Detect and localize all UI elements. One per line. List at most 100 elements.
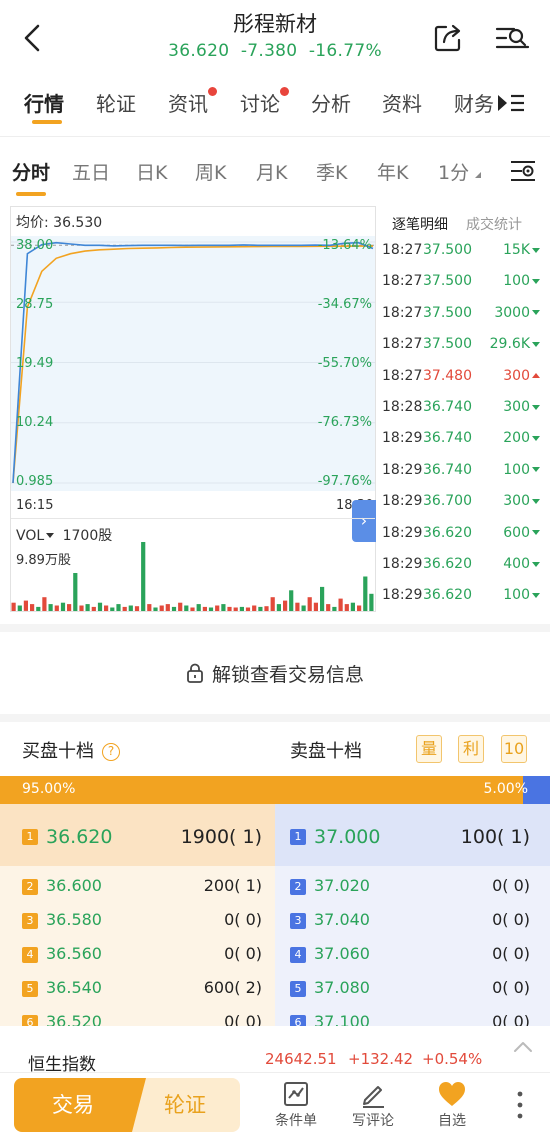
tab-financials[interactable]: 财务 xyxy=(454,88,494,117)
sell-level-row[interactable]: 2 37.020 0( 0) xyxy=(290,876,530,900)
volume-bar xyxy=(36,606,41,611)
period-tab-quarterly[interactable]: 季K xyxy=(316,158,347,185)
direction-triangle-icon xyxy=(532,341,540,347)
notification-dot xyxy=(208,87,217,96)
tick-volume: 100 xyxy=(503,462,540,478)
y-axis-label: 19.49 xyxy=(16,356,54,371)
tab-profile[interactable]: 资料 xyxy=(382,88,422,117)
tick-time: 18:29 xyxy=(382,587,423,604)
chart-settings-icon[interactable] xyxy=(509,158,537,184)
buy-level-row[interactable]: 2 36.600 200( 1) xyxy=(22,876,262,900)
share-icon[interactable] xyxy=(432,22,464,54)
index-change-pct: +0.54% xyxy=(422,1050,483,1068)
sell-level-row[interactable]: 4 37.060 0( 0) xyxy=(290,944,530,968)
tick-volume: 100 xyxy=(503,273,540,289)
volume-toggle-button[interactable]: 量 xyxy=(416,735,442,763)
volume-bar xyxy=(110,607,115,611)
volume-bar xyxy=(67,604,72,611)
depth-10-button[interactable]: 10 xyxy=(501,735,527,763)
direction-triangle-icon xyxy=(532,404,540,410)
tab-warrants[interactable]: 轮证 xyxy=(96,88,136,117)
volume-bar xyxy=(320,586,325,611)
search-list-icon[interactable] xyxy=(494,22,530,54)
tick-volume: 600 xyxy=(503,525,540,541)
volume-bar xyxy=(307,597,312,611)
period-tab-yearly[interactable]: 年K xyxy=(377,158,408,185)
period-tab-minute[interactable]: 1分 xyxy=(438,158,482,185)
tick-row: 18:29 36.700 300 xyxy=(382,493,540,524)
volume-bar xyxy=(153,607,158,611)
tab-analysis[interactable]: 分析 xyxy=(311,88,351,117)
more-tabs-icon[interactable] xyxy=(496,92,526,114)
period-tab-weekly[interactable]: 周K xyxy=(195,158,226,185)
pencil-icon xyxy=(363,1086,384,1108)
level-price: 36.620 xyxy=(46,826,113,848)
tick-time: 18:28 xyxy=(382,399,423,415)
sell-level-row[interactable]: 1 37.000 100( 1) xyxy=(290,826,530,850)
tab-trade-stats[interactable]: 成交统计 xyxy=(466,214,522,234)
tick-volume-text: 100 xyxy=(503,273,530,290)
chevron-up-icon[interactable] xyxy=(512,1040,534,1054)
tick-volume-text: 15K xyxy=(503,242,530,258)
volume-bar xyxy=(301,605,306,611)
tick-volume: 29.6K xyxy=(490,336,540,352)
volume-bar xyxy=(178,602,183,611)
sell-level-row[interactable]: 3 37.040 0( 0) xyxy=(290,910,530,934)
tick-volume-text: 300 xyxy=(503,367,530,384)
help-icon[interactable]: ? xyxy=(102,743,120,761)
period-tab-daily[interactable]: 日K xyxy=(136,158,167,185)
unlock-trade-info[interactable]: 解锁查看交易信息 xyxy=(0,660,550,687)
trade-button[interactable]: 交易 xyxy=(14,1078,146,1132)
y-axis-pct-label: -76.73% xyxy=(317,415,372,430)
tick-volume-text: 100 xyxy=(503,587,530,604)
condition-order-icon xyxy=(284,1082,308,1106)
tab-discussion[interactable]: 讨论 xyxy=(240,87,289,117)
buy-level-row[interactable]: 6 36.520 0( 0) xyxy=(22,1012,262,1026)
level-number-badge: 4 xyxy=(290,947,306,963)
tab-tick-detail[interactable]: 逐笔明细 xyxy=(392,214,448,234)
volume-bar xyxy=(54,605,59,611)
tick-price: 37.500 xyxy=(423,336,472,353)
sell-level-row[interactable]: 5 37.080 0( 0) xyxy=(290,978,530,1002)
buy-level-row[interactable]: 1 36.620 1900( 1) xyxy=(22,826,262,850)
volume-bar xyxy=(48,604,53,611)
tab-news[interactable]: 资讯 xyxy=(168,87,217,117)
sell-level-row[interactable]: 6 37.100 0( 0) xyxy=(290,1012,530,1026)
expand-chart-button[interactable]: › xyxy=(352,500,376,542)
volume-bar xyxy=(79,605,84,611)
level-number-badge: 2 xyxy=(22,879,38,895)
buy-level-row[interactable]: 5 36.540 600( 2) xyxy=(22,978,262,1002)
level-number-badge: 2 xyxy=(290,879,306,895)
divider xyxy=(0,136,550,137)
level-number-badge: 4 xyxy=(22,947,38,963)
watchlist-button[interactable]: 自选 xyxy=(422,1078,482,1134)
volume-bar xyxy=(276,604,281,611)
stock-name: 彤程新材 xyxy=(233,12,317,36)
profit-toggle-button[interactable]: 利 xyxy=(458,735,484,763)
volume-chart-svg xyxy=(11,542,374,611)
tab-quotes[interactable]: 行情 xyxy=(24,88,64,117)
tick-price: 36.620 xyxy=(423,556,472,572)
write-comment-button[interactable]: 写评论 xyxy=(343,1078,403,1134)
level-quantity: 200( 1) xyxy=(203,876,262,895)
tick-time: 18:27 xyxy=(382,273,423,290)
volume-bar xyxy=(23,600,28,611)
tick-price: 36.740 xyxy=(423,461,472,478)
level-quantity: 0( 0) xyxy=(224,910,262,929)
period-tab-monthly[interactable]: 月K xyxy=(256,158,287,185)
tick-row: 18:27 37.500 100 xyxy=(382,273,540,304)
lock-icon xyxy=(187,663,203,683)
tick-time: 18:27 xyxy=(382,304,423,321)
volume-bar xyxy=(233,607,238,611)
direction-triangle-icon xyxy=(532,373,540,379)
condition-order-button[interactable]: 条件单 xyxy=(266,1078,326,1134)
more-vertical-icon[interactable] xyxy=(508,1088,532,1122)
level-price: 36.580 xyxy=(46,910,102,929)
buy-level-row[interactable]: 3 36.580 0( 0) xyxy=(22,910,262,934)
period-tab-intraday[interactable]: 分时 xyxy=(12,158,50,185)
tick-volume-text: 400 xyxy=(503,556,530,572)
warrant-button[interactable]: 轮证 xyxy=(130,1078,240,1132)
period-tab-5day[interactable]: 五日 xyxy=(72,158,110,185)
buy-level-row[interactable]: 4 36.560 0( 0) xyxy=(22,944,262,968)
tick-volume: 3000 xyxy=(494,305,540,321)
